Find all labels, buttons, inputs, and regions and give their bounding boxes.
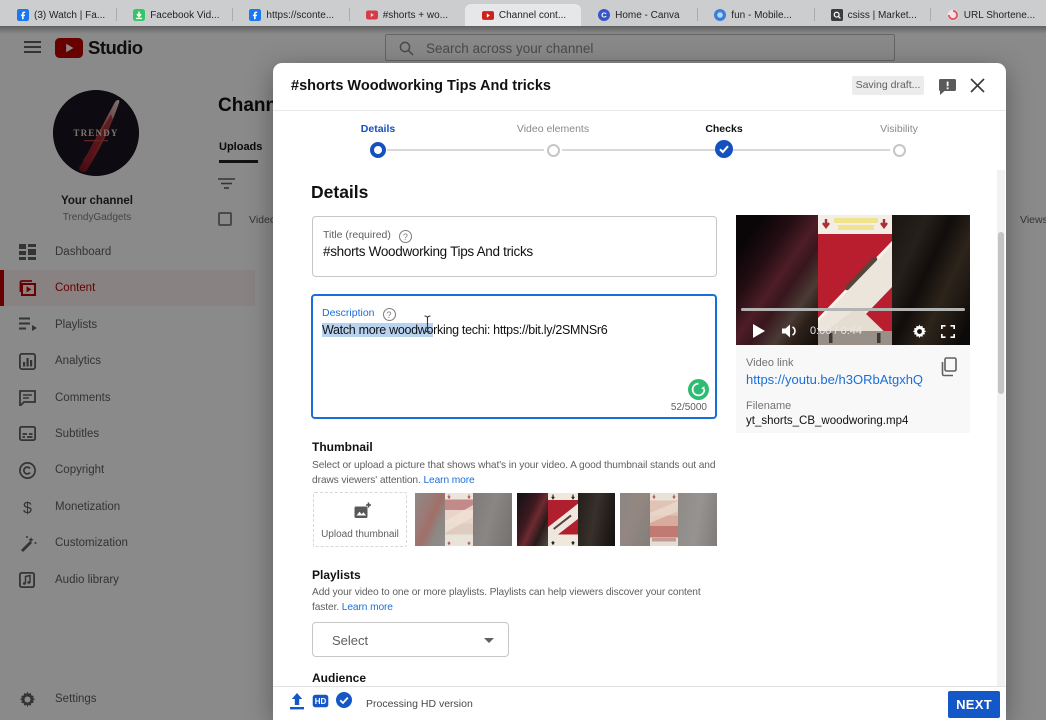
svg-text:HD: HD bbox=[315, 697, 327, 706]
svg-text:C: C bbox=[601, 11, 607, 20]
